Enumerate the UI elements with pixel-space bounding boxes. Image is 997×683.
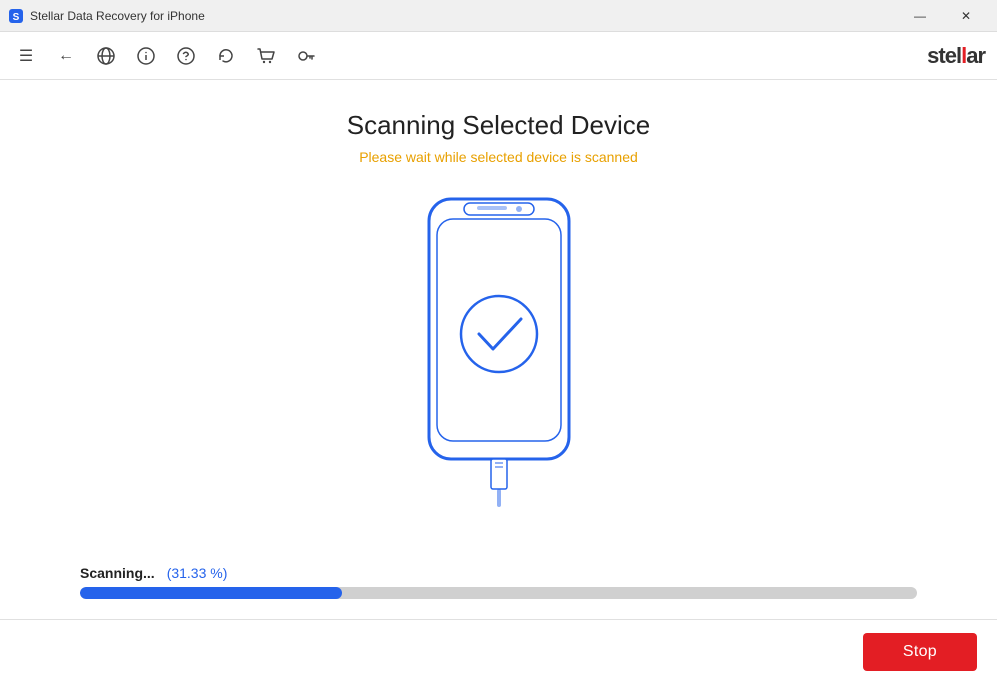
page-title: Scanning Selected Device	[347, 110, 651, 141]
app-icon: S	[8, 8, 24, 24]
minimize-button[interactable]: —	[897, 0, 943, 32]
svg-text:S: S	[13, 12, 20, 23]
toolbar: ☰ ←	[0, 32, 997, 80]
scan-status-row: Scanning... (31.33 %)	[80, 565, 917, 581]
title-bar-controls: — ✕	[897, 0, 989, 32]
refresh-icon[interactable]	[212, 42, 240, 70]
help-icon[interactable]	[172, 42, 200, 70]
main-content: Scanning Selected Device Please wait whi…	[0, 80, 997, 619]
globe-icon[interactable]	[92, 42, 120, 70]
scan-label: Scanning...	[80, 565, 155, 581]
page-subtitle: Please wait while selected device is sca…	[359, 149, 638, 165]
back-icon[interactable]: ←	[52, 42, 80, 70]
footer: Stop	[0, 619, 997, 683]
phone-illustration	[419, 189, 579, 509]
brand-logo: stellar	[927, 43, 985, 69]
title-bar-title: Stellar Data Recovery for iPhone	[30, 9, 205, 23]
progress-bar-track	[80, 587, 917, 599]
toolbar-left: ☰ ←	[12, 42, 320, 70]
progress-bar-fill	[80, 587, 342, 599]
info-icon[interactable]	[132, 42, 160, 70]
title-bar-left: S Stellar Data Recovery for iPhone	[8, 8, 205, 24]
bottom-area: Scanning... (31.33 %)	[20, 565, 977, 619]
cart-icon[interactable]	[252, 42, 280, 70]
scan-percent: (31.33 %)	[167, 565, 228, 581]
close-button[interactable]: ✕	[943, 0, 989, 32]
stop-button[interactable]: Stop	[863, 633, 977, 671]
key-icon[interactable]	[292, 42, 320, 70]
title-bar: S Stellar Data Recovery for iPhone — ✕	[0, 0, 997, 32]
menu-icon[interactable]: ☰	[12, 42, 40, 70]
